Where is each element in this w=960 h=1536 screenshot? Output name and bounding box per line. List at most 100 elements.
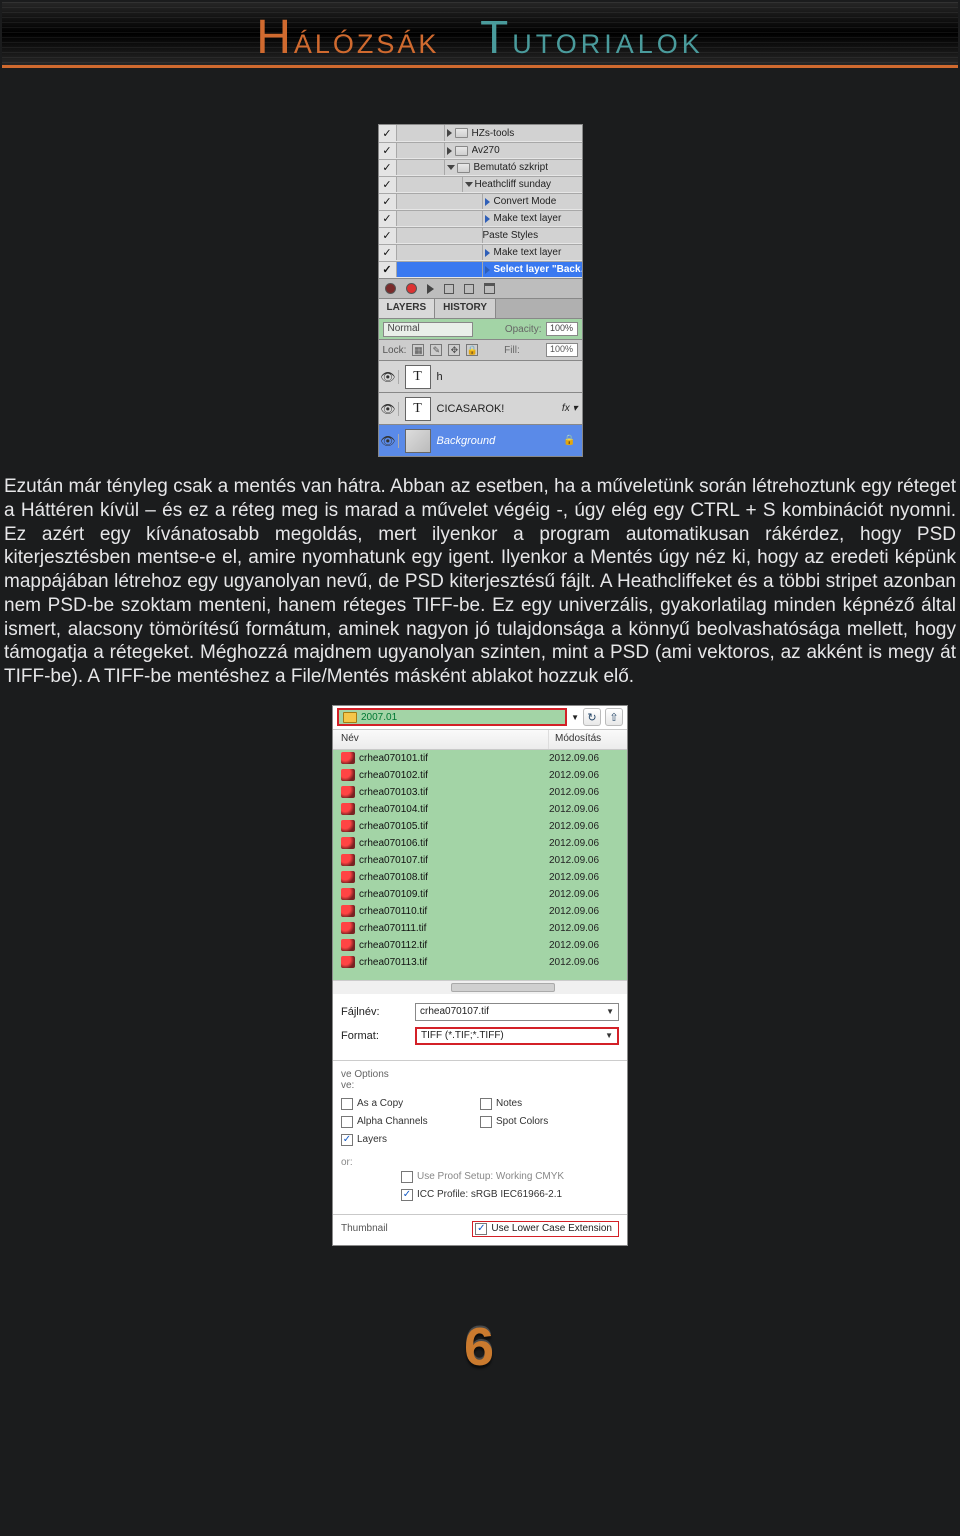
file-row[interactable]: crhea070113.tif2012.09.06 xyxy=(333,954,627,971)
fill-value[interactable]: 100% xyxy=(546,343,578,357)
refresh-button[interactable]: ↻ xyxy=(583,708,601,726)
action-row[interactable]: ✓ Make text layer xyxy=(379,210,582,227)
stop-icon[interactable] xyxy=(385,283,396,294)
file-row[interactable]: crhea070106.tif2012.09.06 xyxy=(333,835,627,852)
file-name: crhea070108.tif xyxy=(359,872,549,883)
play-icon[interactable] xyxy=(427,284,434,294)
action-label: Make text layer xyxy=(494,247,582,258)
trash-icon[interactable] xyxy=(484,283,495,294)
layer-name: h xyxy=(437,371,582,383)
action-checkbox[interactable]: ✓ xyxy=(379,262,397,277)
checkbox-proof[interactable] xyxy=(401,1171,413,1183)
layer-name: Background xyxy=(437,435,564,447)
action-row[interactable]: ✓ Make text layer xyxy=(379,244,582,261)
action-checkbox[interactable]: ✓ xyxy=(379,160,397,175)
action-checkbox[interactable]: ✓ xyxy=(379,211,397,226)
action-checkbox[interactable]: ✓ xyxy=(379,125,397,141)
action-checkbox[interactable]: ✓ xyxy=(379,245,397,260)
action-checkbox[interactable]: ✓ xyxy=(379,194,397,209)
checkbox-as-copy[interactable] xyxy=(341,1098,353,1110)
disclosure-triangle-icon[interactable] xyxy=(447,129,452,137)
format-select[interactable]: TIFF (*.TIF;*.TIFF) ▼ xyxy=(415,1027,619,1045)
visibility-eye-icon[interactable]: 👁 xyxy=(379,370,399,384)
checkbox-notes[interactable] xyxy=(480,1098,492,1110)
file-date: 2012.09.06 xyxy=(549,889,627,900)
checkbox-icc[interactable] xyxy=(401,1189,413,1201)
checkbox-spot[interactable] xyxy=(480,1116,492,1128)
path-field[interactable]: 2007.01 xyxy=(337,708,567,726)
label-notes: Notes xyxy=(496,1098,522,1109)
file-row[interactable]: crhea070103.tif2012.09.06 xyxy=(333,784,627,801)
blend-mode-select[interactable]: Normal xyxy=(383,322,473,337)
file-row[interactable]: crhea070102.tif2012.09.06 xyxy=(333,767,627,784)
lock-all-icon[interactable]: 🔒 xyxy=(466,344,478,356)
lock-position-icon[interactable]: ✥ xyxy=(448,344,460,356)
file-name: crhea070110.tif xyxy=(359,906,549,917)
disclosure-triangle-icon[interactable] xyxy=(465,182,473,187)
action-row[interactable]: ✓Convert Mode xyxy=(379,193,582,210)
title-word2-rest: utorialok xyxy=(512,20,704,62)
path-dropdown-icon[interactable]: ▼ xyxy=(571,713,579,722)
action-label: Select layer "Back… xyxy=(494,264,582,275)
file-row[interactable]: crhea070111.tif2012.09.06 xyxy=(333,920,627,937)
file-row[interactable]: crhea070110.tif2012.09.06 xyxy=(333,903,627,920)
action-row[interactable]: ✓Bemutató szkript xyxy=(379,159,582,176)
dropdown-icon[interactable]: ▼ xyxy=(605,1031,613,1040)
file-icon xyxy=(341,956,355,968)
layer-row[interactable]: 👁TCICASAROK!fx ▾ xyxy=(379,392,582,424)
visibility-eye-icon[interactable]: 👁 xyxy=(379,434,399,448)
file-row[interactable]: crhea070104.tif2012.09.06 xyxy=(333,801,627,818)
action-checkbox[interactable]: ✓ xyxy=(379,177,397,192)
lowercase-extension-option[interactable]: Use Lower Case Extension xyxy=(472,1221,619,1237)
opacity-value[interactable]: 100% xyxy=(546,322,578,336)
checkbox-lowercase[interactable] xyxy=(475,1223,487,1235)
tab-layers[interactable]: LAYERS xyxy=(379,299,436,318)
file-name: crhea070107.tif xyxy=(359,855,549,866)
file-row[interactable]: crhea070109.tif2012.09.06 xyxy=(333,886,627,903)
file-list[interactable]: crhea070101.tif2012.09.06crhea070102.tif… xyxy=(333,750,627,980)
horizontal-scrollbar[interactable] xyxy=(333,980,627,994)
file-row[interactable]: crhea070112.tif2012.09.06 xyxy=(333,937,627,954)
action-row[interactable]: ✓HZs-tools xyxy=(379,125,582,142)
file-date: 2012.09.06 xyxy=(549,923,627,934)
new-action-icon[interactable] xyxy=(464,284,474,294)
address-bar: 2007.01 ▼ ↻ ⇧ xyxy=(333,706,627,730)
action-label: Make text layer xyxy=(494,213,582,224)
label-lowercase: Use Lower Case Extension xyxy=(491,1223,612,1234)
record-icon[interactable] xyxy=(406,283,417,294)
dropdown-icon[interactable]: ▼ xyxy=(606,1007,614,1016)
action-checkbox[interactable]: ✓ xyxy=(379,143,397,158)
filename-label: Fájlnév: xyxy=(341,1006,407,1018)
file-row[interactable]: crhea070108.tif2012.09.06 xyxy=(333,869,627,886)
lock-transparent-icon[interactable]: ▦ xyxy=(412,344,424,356)
checkbox-layers[interactable] xyxy=(341,1134,353,1146)
layer-row[interactable]: 👁Th xyxy=(379,360,582,392)
file-date: 2012.09.06 xyxy=(549,940,627,951)
indent-spacer xyxy=(397,143,445,158)
header-modified[interactable]: Módosítás xyxy=(549,730,627,749)
filename-input[interactable]: crhea070107.tif ▼ xyxy=(415,1003,619,1021)
fx-badge[interactable]: fx ▾ xyxy=(562,403,578,414)
filename-format-section: Fájlnév: crhea070107.tif ▼ Format: TIFF … xyxy=(333,994,627,1056)
action-row[interactable]: ✓Paste Styles xyxy=(379,227,582,244)
action-row[interactable]: ✓Heathcliff sunday xyxy=(379,176,582,193)
lock-pixels-icon[interactable]: ✎ xyxy=(430,344,442,356)
file-row[interactable]: crhea070105.tif2012.09.06 xyxy=(333,818,627,835)
page-number: 6 xyxy=(0,1316,960,1378)
visibility-eye-icon[interactable]: 👁 xyxy=(379,402,399,416)
layer-row[interactable]: 👁Background🔒 xyxy=(379,424,582,456)
save-options-label: ve Options ve: xyxy=(341,1069,619,1091)
header-name[interactable]: Név xyxy=(333,730,549,749)
action-row[interactable]: ✓ Select layer "Back… xyxy=(379,261,582,278)
checkbox-alpha[interactable] xyxy=(341,1116,353,1128)
file-row[interactable]: crhea070107.tif2012.09.06 xyxy=(333,852,627,869)
file-row[interactable]: crhea070101.tif2012.09.06 xyxy=(333,750,627,767)
new-set-icon[interactable] xyxy=(444,284,454,294)
disclosure-triangle-icon[interactable] xyxy=(447,165,455,170)
action-checkbox[interactable]: ✓ xyxy=(379,228,397,243)
label-alpha: Alpha Channels xyxy=(357,1116,428,1127)
tab-history[interactable]: HISTORY xyxy=(435,299,496,318)
up-folder-button[interactable]: ⇧ xyxy=(605,708,623,726)
action-row[interactable]: ✓Av270 xyxy=(379,142,582,159)
disclosure-triangle-icon[interactable] xyxy=(447,147,452,155)
